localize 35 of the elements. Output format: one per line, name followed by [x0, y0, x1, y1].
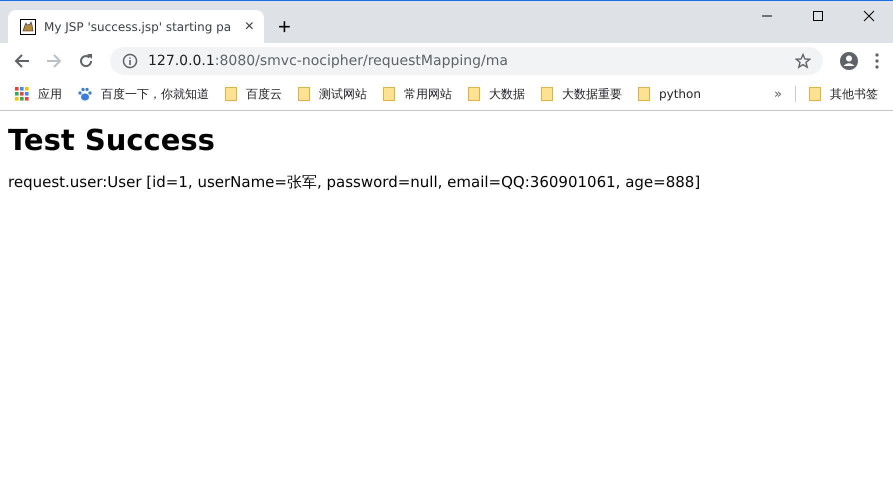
folder-icon — [638, 87, 650, 101]
profile-icon[interactable] — [839, 50, 859, 70]
maximize-icon[interactable] — [812, 10, 824, 22]
page-heading: Test Success — [8, 123, 216, 157]
folder-icon — [809, 87, 821, 101]
browser-tab[interactable]: My JSP 'success.jsp' starting pa × — [8, 10, 264, 43]
folder-icon — [468, 87, 480, 101]
folder-icon — [298, 87, 310, 101]
close-icon[interactable] — [863, 10, 875, 22]
bookmark[interactable]: 大数据 — [461, 84, 532, 104]
bookmark[interactable]: 百度云 — [218, 84, 289, 104]
tab-title: My JSP 'success.jsp' starting pa — [44, 20, 232, 34]
close-tab-button[interactable]: × — [240, 18, 258, 36]
folder-icon — [225, 87, 237, 101]
other-bookmarks[interactable]: 其他书签 — [802, 84, 885, 104]
folder-icon — [541, 87, 553, 101]
apps-grid-icon — [15, 87, 29, 101]
user-info-text: request.user:User [id=1, userName=张军, password=null, email=QQ:360901061, age=888] — [8, 173, 702, 192]
more-bookmarks-button[interactable]: » — [767, 84, 789, 104]
bookmark[interactable]: 常用网站 — [376, 84, 459, 104]
folder-icon — [383, 87, 395, 101]
menu-icon[interactable] — [875, 52, 879, 68]
reload-icon[interactable] — [78, 52, 94, 68]
star-icon[interactable] — [795, 52, 811, 68]
info-icon[interactable] — [122, 52, 138, 68]
paw-icon — [78, 87, 92, 101]
bookmark[interactable]: 大数据重要 — [534, 84, 629, 104]
address-bar[interactable]: 127.0.0.1:8080/smvc-nocipher/requestMapping/ma — [110, 46, 823, 74]
new-tab-button[interactable]: + — [274, 15, 295, 39]
bookmark[interactable]: 测试网站 — [291, 84, 374, 104]
bookmark[interactable]: python — [631, 85, 708, 103]
bookmark[interactable]: 应用 — [8, 84, 69, 104]
bookmark[interactable]: 百度一下，你就知道 — [71, 84, 216, 104]
url-text: 127.0.0.1:8080/smvc-nocipher/requestMapping/ma — [148, 52, 508, 68]
back-arrow-icon[interactable] — [14, 52, 30, 68]
